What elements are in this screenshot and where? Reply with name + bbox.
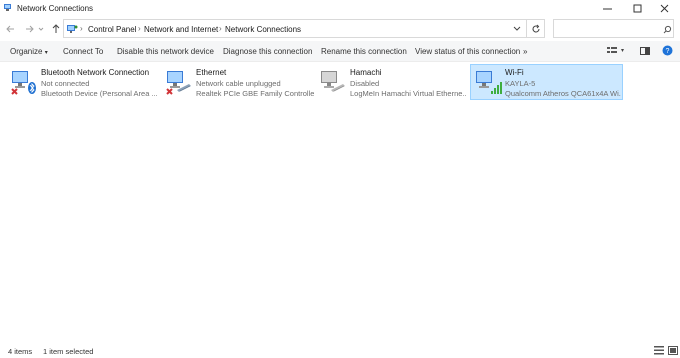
more-commands-button[interactable]: » — [523, 47, 527, 56]
connection-name: Hamachi — [350, 68, 382, 77]
control-panel-location-icon — [67, 25, 78, 33]
breadcrumb-separator: › — [138, 24, 141, 33]
close-button[interactable] — [650, 0, 680, 17]
close-icon — [660, 4, 669, 13]
address-dropdown-chevron-icon[interactable] — [513, 26, 521, 32]
recent-locations-chevron-icon[interactable] — [37, 23, 45, 35]
selection-count: 1 item selected — [43, 347, 94, 356]
preview-pane-icon[interactable] — [640, 46, 650, 56]
window-title: Network Connections — [17, 4, 94, 13]
address-bar[interactable]: › Control Panel › Network and Internet ›… — [63, 19, 545, 38]
breadcrumb-network-and-internet[interactable]: Network and Internet — [144, 25, 218, 34]
svg-text:?: ? — [666, 48, 670, 55]
connection-name: Bluetooth Network Connection — [41, 68, 150, 77]
minimize-button[interactable] — [593, 0, 623, 17]
connection-wifi[interactable]: Wi-Fi KAYLA-5 Qualcomm Atheros QCA61x4A … — [470, 64, 623, 100]
connection-status: Network cable unplugged — [196, 79, 281, 88]
command-bar: Organize ▾ Connect To Disable this netwo… — [0, 41, 680, 62]
connection-name: Wi-Fi — [505, 68, 524, 77]
organize-menu[interactable]: Organize ▾ — [10, 47, 48, 56]
diagnose-connection-button[interactable]: Diagnose this connection — [223, 47, 312, 56]
chevron-down-icon: ▾ — [44, 50, 48, 56]
search-icon — [663, 25, 672, 34]
ethernet-adapter-icon — [166, 71, 191, 95]
breadcrumb-separator: › — [219, 24, 222, 33]
connection-device: LogMeIn Hamachi Virtual Etherne... — [350, 89, 466, 98]
up-arrow-icon[interactable] — [50, 23, 62, 35]
view-options-chevron-icon[interactable]: ▾ — [621, 47, 624, 54]
connection-device: Bluetooth Device (Personal Area ... — [41, 89, 157, 98]
details-view-icon[interactable] — [654, 346, 664, 355]
back-arrow-icon[interactable] — [5, 23, 17, 35]
connection-hamachi[interactable]: Hamachi Disabled LogMeIn Hamachi Virtual… — [316, 65, 468, 99]
address-row: › Control Panel › Network and Internet ›… — [0, 17, 680, 40]
view-status-button[interactable]: View status of this connection — [415, 47, 520, 56]
disable-device-button[interactable]: Disable this network device — [117, 47, 214, 56]
maximize-icon — [633, 4, 642, 13]
change-view-icon[interactable] — [607, 46, 618, 56]
connection-device: Realtek PCIe GBE Family Controller — [196, 89, 314, 98]
breadcrumb-network-connections[interactable]: Network Connections — [225, 25, 301, 34]
connection-name: Ethernet — [196, 68, 227, 77]
connection-status: Disabled — [350, 79, 380, 88]
item-count: 4 items — [8, 347, 33, 356]
connection-device: Qualcomm Atheros QCA61x4A Wi... — [505, 89, 621, 98]
search-input[interactable] — [553, 19, 674, 38]
help-icon[interactable]: ? — [662, 45, 673, 56]
organize-label: Organize — [10, 47, 43, 56]
breadcrumb-control-panel[interactable]: Control Panel — [88, 25, 136, 34]
breadcrumb-separator: › — [80, 24, 83, 33]
large-icons-view-icon[interactable] — [668, 346, 678, 355]
forward-arrow-icon[interactable] — [23, 23, 35, 35]
maximize-button[interactable] — [623, 0, 653, 17]
connection-ethernet[interactable]: Ethernet Network cable unplugged Realtek… — [162, 65, 314, 99]
refresh-icon[interactable] — [531, 24, 541, 34]
hamachi-adapter-icon — [321, 71, 345, 92]
status-bar: 4 items 1 item selected — [0, 340, 680, 358]
title-bar: Network Connections — [0, 0, 680, 17]
connect-to-button[interactable]: Connect To — [63, 47, 103, 56]
connection-status: Not connected — [41, 79, 90, 88]
divider — [526, 20, 527, 37]
connection-bluetooth[interactable]: Bluetooth Network Connection Not connect… — [7, 65, 157, 99]
connections-view: Bluetooth Network Connection Not connect… — [0, 62, 680, 338]
minimize-icon — [603, 8, 612, 10]
bluetooth-adapter-icon — [11, 71, 36, 95]
wifi-adapter-icon — [476, 71, 502, 94]
connection-status: KAYLA-5 — [505, 79, 536, 88]
network-connections-icon — [4, 4, 11, 11]
rename-connection-button[interactable]: Rename this connection — [321, 47, 407, 56]
